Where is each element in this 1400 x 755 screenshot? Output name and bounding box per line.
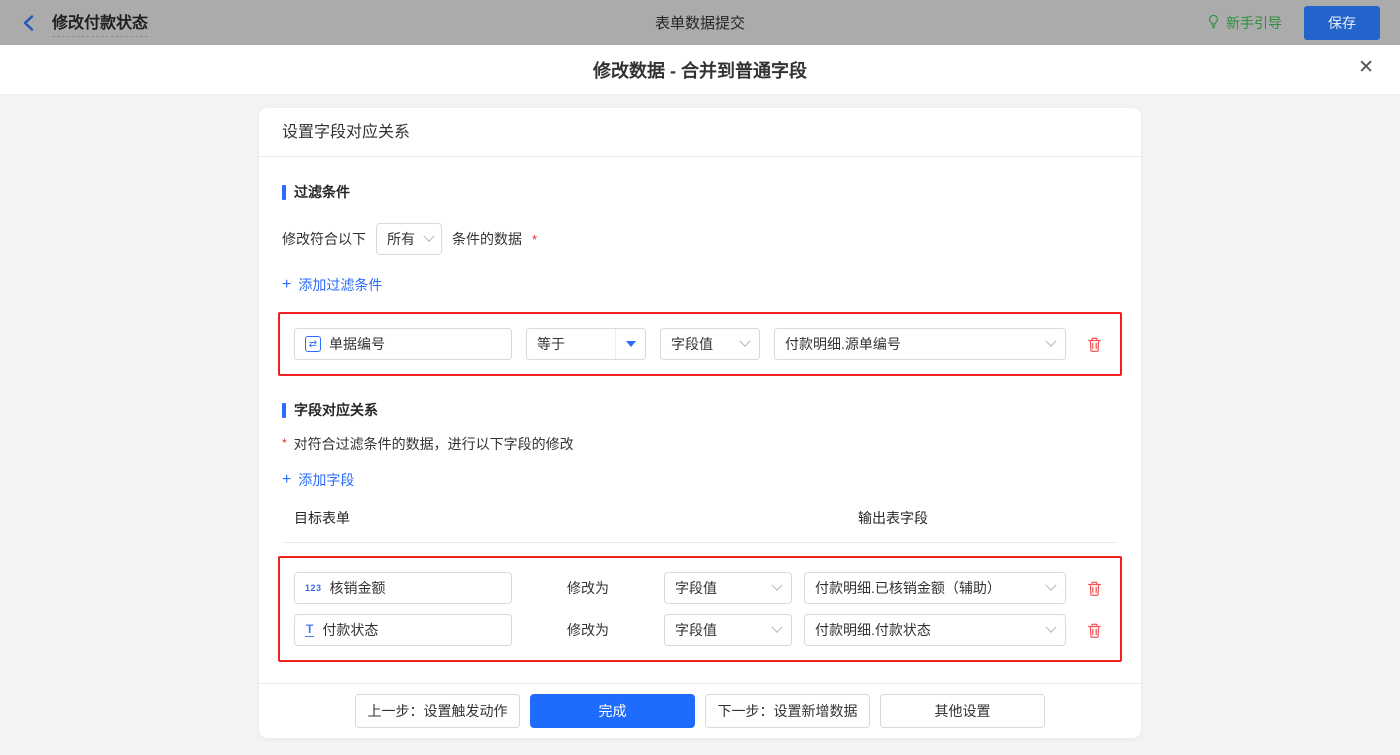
modal-title: 修改数据 - 合并到普通字段	[593, 60, 807, 81]
required-asterisk: *	[282, 436, 287, 450]
mapping-row: T 付款状态 修改为 字段值 付款明细.付款状态	[294, 614, 1106, 646]
required-asterisk: *	[532, 231, 538, 247]
modify-to-label: 修改为	[567, 580, 609, 596]
mapping-column-headers: 目标表单 输出表字段	[282, 508, 1118, 543]
plus-icon: +	[282, 471, 292, 488]
text-field-icon: T	[305, 621, 315, 638]
filter-intro-row: 修改符合以下 所有 条件的数据 *	[282, 223, 1118, 255]
number-field-icon: 123	[305, 583, 322, 593]
chevron-down-icon	[1045, 621, 1057, 633]
card-title: 设置字段对应关系	[259, 108, 1141, 157]
workflow-title[interactable]: 修改付款状态	[52, 9, 149, 37]
target-field-select[interactable]: T 付款状态	[294, 614, 512, 646]
filter-intro-prefix: 修改符合以下	[282, 231, 366, 247]
condition-field-select[interactable]: ⇄ 单据编号	[294, 328, 512, 360]
chevron-down-icon	[771, 579, 783, 591]
back-icon[interactable]	[20, 14, 38, 32]
modify-to-label: 修改为	[567, 622, 609, 638]
lightbulb-icon	[1206, 14, 1221, 32]
condition-value-select[interactable]: 付款明细.源单编号	[774, 328, 1066, 360]
section-accent-bar	[282, 184, 286, 200]
operator-dropdown-button[interactable]	[615, 329, 645, 359]
page-title: 表单数据提交	[654, 15, 745, 32]
delete-condition-button[interactable]	[1084, 334, 1104, 354]
next-step-button[interactable]: 下一步：设置新增数据	[705, 694, 870, 728]
mapping-row: 123 核销金额 修改为 字段值 付款明细.已核销金额（辅助）	[294, 572, 1106, 604]
filter-condition-row: ⇄ 单据编号 等于 字段值 付款明细.源单编号	[294, 328, 1106, 360]
column-output-field: 输出表字段	[858, 510, 928, 526]
target-field-select[interactable]: 123 核销金额	[294, 572, 512, 604]
caret-down-icon	[625, 341, 636, 347]
value-type-select[interactable]: 字段值	[664, 572, 792, 604]
filter-intro-suffix: 条件的数据	[452, 231, 522, 247]
prev-step-button[interactable]: 上一步：设置触发动作	[355, 694, 520, 728]
column-target-form: 目标表单	[294, 510, 350, 526]
field-mapping-card: 设置字段对应关系 过滤条件 修改符合以下 所有 条件的数据 * + 添加过滤条件…	[259, 108, 1141, 738]
filter-section-title: 过滤条件	[282, 182, 1118, 202]
beginner-guide-link[interactable]: 新手引导	[1206, 13, 1282, 33]
chevron-down-icon	[771, 621, 783, 633]
chevron-down-icon	[739, 335, 751, 347]
delete-mapping-button[interactable]	[1084, 620, 1104, 640]
done-button[interactable]: 完成	[530, 694, 695, 728]
save-button[interactable]: 保存	[1304, 5, 1380, 40]
add-field-link[interactable]: + 添加字段	[282, 470, 354, 490]
field-mapping-highlight-box: 123 核销金额 修改为 字段值 付款明细.已核销金额（辅助） T 付款状态 修…	[278, 556, 1122, 662]
modal-header: 修改数据 - 合并到普通字段 ✕	[0, 45, 1400, 95]
output-field-select[interactable]: 付款明细.付款状态	[804, 614, 1066, 646]
mapping-section-title: 字段对应关系	[282, 400, 1118, 420]
delete-mapping-button[interactable]	[1084, 578, 1104, 598]
chevron-down-icon	[423, 230, 435, 242]
autonumber-field-icon: ⇄	[305, 336, 321, 352]
chevron-down-icon	[1045, 579, 1057, 591]
value-type-select[interactable]: 字段值	[664, 614, 792, 646]
modal-body: 设置字段对应关系 过滤条件 修改符合以下 所有 条件的数据 * + 添加过滤条件…	[0, 108, 1400, 755]
close-icon[interactable]: ✕	[1358, 58, 1374, 77]
output-field-select[interactable]: 付款明细.已核销金额（辅助）	[804, 572, 1066, 604]
plus-icon: +	[282, 276, 292, 293]
chevron-down-icon	[1045, 335, 1057, 347]
condition-operator-select[interactable]: 等于	[526, 328, 646, 360]
card-footer: 上一步：设置触发动作 完成 下一步：设置新增数据 其他设置	[259, 683, 1141, 738]
beginner-guide-label: 新手引导	[1226, 14, 1282, 31]
match-mode-select[interactable]: 所有	[376, 223, 442, 255]
top-toolbar: 修改付款状态 表单数据提交 新手引导 保存	[0, 0, 1400, 45]
filter-condition-highlight-box: ⇄ 单据编号 等于 字段值 付款明细.源单编号	[278, 312, 1122, 376]
add-filter-condition-link[interactable]: + 添加过滤条件	[282, 275, 382, 295]
section-accent-bar	[282, 402, 286, 418]
condition-value-type-select[interactable]: 字段值	[660, 328, 760, 360]
mapping-description: * 对符合过滤条件的数据，进行以下字段的修改	[282, 436, 574, 452]
other-settings-button[interactable]: 其他设置	[880, 694, 1045, 728]
